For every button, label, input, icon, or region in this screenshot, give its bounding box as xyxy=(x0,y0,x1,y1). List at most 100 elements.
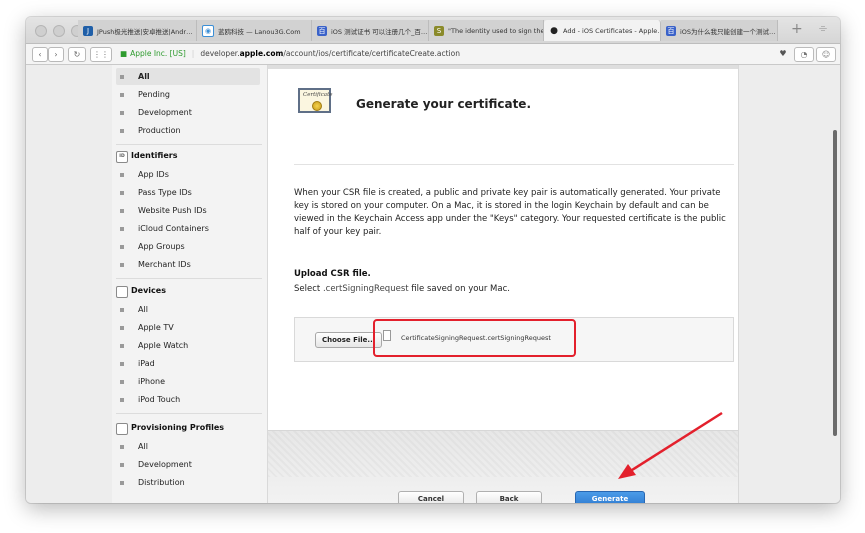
back-button[interactable]: Back xyxy=(476,491,542,503)
sidebar-item-label: iPhone xyxy=(138,377,166,386)
sidebar-item-label: Apple Watch xyxy=(138,341,189,350)
sidebar-item-merchant-ids[interactable]: Merchant IDs xyxy=(112,256,268,273)
sidebar-item-label: Apple TV xyxy=(138,323,174,332)
url-prefix: developer. xyxy=(200,49,240,58)
tab-label: Add - iOS Certificates - Apple… xyxy=(563,26,661,35)
sidebar-item-certificates-all[interactable]: All xyxy=(116,68,260,85)
lock-icon: ■ xyxy=(120,49,128,58)
stackoverflow-favicon-icon: S xyxy=(434,25,444,36)
close-window-button[interactable] xyxy=(35,25,47,37)
sidebar-item-label: Website Push IDs xyxy=(138,206,207,215)
bullet-icon xyxy=(120,308,124,312)
identifiers-icon: ID xyxy=(116,151,128,163)
sidebar-item-label: iCloud Containers xyxy=(138,224,209,233)
top-strip xyxy=(268,65,738,69)
apps-grid-icon[interactable]: ⋮⋮ xyxy=(90,47,112,62)
tab-lanou[interactable]: ◉ 蓝鸥科技 — Lanou3G.Com xyxy=(197,20,312,41)
sidebar-item-app-ids[interactable]: App IDs xyxy=(112,166,268,183)
tab-label: iOS 测试证书 可以注册几个_百… xyxy=(331,27,428,36)
upload-title: Upload CSR file. xyxy=(294,269,371,279)
upload-sub-pre: Select xyxy=(294,284,323,294)
url-field[interactable]: ■ Apple Inc. [US] | developer.apple.com/acc… xyxy=(120,47,770,61)
sidebar-heading-label: Provisioning Profiles xyxy=(131,423,225,432)
sidebar-divider xyxy=(116,278,262,279)
page-content: All Pending Development Production ID Id… xyxy=(26,65,840,503)
reload-icon[interactable]: ↻ xyxy=(68,47,86,62)
sidebar-item-profiles-development[interactable]: Development xyxy=(112,456,268,473)
bullet-icon xyxy=(120,111,124,115)
sidebar-item-apple-tv[interactable]: Apple TV xyxy=(112,319,268,336)
sidebar-item-profiles-all[interactable]: All xyxy=(112,438,268,455)
bullet-icon xyxy=(120,75,124,79)
sidebar-heading-label: Devices xyxy=(131,286,166,295)
sidebar-divider xyxy=(116,144,262,145)
devices-icon xyxy=(116,286,128,298)
bullet-icon xyxy=(120,445,124,449)
sidebar-item-label: Pending xyxy=(138,90,170,99)
sidebar-item-label: All xyxy=(138,305,148,314)
sidebar-item-profiles-distribution[interactable]: Distribution xyxy=(112,474,268,491)
tab-baidu-2[interactable]: 百 iOS为什么我只能创建一个测试… xyxy=(661,20,778,41)
new-tab-icon[interactable]: + xyxy=(791,21,803,37)
apple-favicon-icon: ● xyxy=(550,25,558,36)
user-account-icon[interactable]: ☺ xyxy=(816,47,836,62)
sidebar-item-ipod-touch[interactable]: iPod Touch xyxy=(112,391,268,408)
sidebar-item-label: Development xyxy=(138,108,192,117)
url-separator: | xyxy=(191,49,195,58)
baidu-favicon-icon: 百 xyxy=(317,25,327,36)
url-host: apple.com xyxy=(239,49,284,58)
minimize-window-button[interactable] xyxy=(53,25,65,37)
tab-apple-certificates[interactable]: ● Add - iOS Certificates - Apple… xyxy=(544,20,661,41)
sidebar: All Pending Development Production ID Id… xyxy=(112,65,268,503)
upload-sub-extension: .certSigningRequest xyxy=(322,284,409,294)
bullet-icon xyxy=(120,362,124,366)
sidebar-item-development[interactable]: Development xyxy=(112,104,268,121)
sidebar-item-label: Distribution xyxy=(138,478,185,487)
sidebar-item-devices-all[interactable]: All xyxy=(112,301,268,318)
sidebar-item-app-groups[interactable]: App Groups xyxy=(112,238,268,255)
bullet-icon xyxy=(120,263,124,267)
sidebar-item-label: All xyxy=(138,72,150,81)
sidebar-item-pass-type-ids[interactable]: Pass Type IDs xyxy=(112,184,268,201)
sidebar-item-apple-watch[interactable]: Apple Watch xyxy=(112,337,268,354)
csr-description: When your CSR file is created, a public … xyxy=(294,188,726,237)
cancel-button[interactable]: Cancel xyxy=(398,491,464,503)
tab-jpush[interactable]: J JPush极光推送|安卓推送|Andr… xyxy=(78,20,197,41)
bullet-icon xyxy=(120,191,124,195)
sidebar-item-pending[interactable]: Pending xyxy=(112,86,268,103)
provisioning-profile-icon xyxy=(116,423,128,435)
sidebar-item-label: Production xyxy=(138,126,181,135)
sidebar-heading-devices[interactable]: Devices xyxy=(116,283,266,299)
bullet-icon xyxy=(120,398,124,402)
tab-overview-icon[interactable]: ⌯ xyxy=(819,23,827,34)
bullet-icon xyxy=(120,129,124,133)
browser-window: J JPush极光推送|安卓推送|Andr… ◉ 蓝鸥科技 — Lanou3G.… xyxy=(26,17,840,503)
footer-pattern xyxy=(268,431,738,477)
sidebar-item-icloud-containers[interactable]: iCloud Containers xyxy=(112,220,268,237)
bullet-icon xyxy=(120,227,124,231)
tab-baidu-1[interactable]: 百 iOS 测试证书 可以注册几个_百… xyxy=(312,20,429,41)
url-path: /account/ios/certificate/certificateCrea… xyxy=(283,49,460,58)
lanou-favicon-icon: ◉ xyxy=(202,24,214,37)
tab-label: "The identity used to sign the… xyxy=(448,26,544,35)
tab-stackoverflow[interactable]: S "The identity used to sign the… xyxy=(429,20,544,41)
sidebar-item-website-push-ids[interactable]: Website Push IDs xyxy=(112,202,268,219)
address-bar: ‹ › ↻ ⋮⋮ ■ Apple Inc. [US] | developer.appl… xyxy=(26,44,840,65)
sidebar-item-label: iPod Touch xyxy=(138,395,181,404)
baidu-favicon-icon: 百 xyxy=(666,25,676,36)
bullet-icon xyxy=(120,481,124,485)
back-nav-icon[interactable]: ‹ xyxy=(32,47,48,62)
sidebar-item-ipad[interactable]: iPad xyxy=(112,355,268,372)
sidebar-heading-provisioning-profiles[interactable]: Provisioning Profiles xyxy=(116,420,266,436)
sidebar-item-label: App IDs xyxy=(138,170,169,179)
bullet-icon xyxy=(120,173,124,177)
sidebar-heading-identifiers[interactable]: ID Identifiers xyxy=(116,148,266,164)
extension-icon[interactable]: ◔ xyxy=(794,47,814,62)
forward-nav-icon[interactable]: › xyxy=(48,47,64,62)
sidebar-item-iphone[interactable]: iPhone xyxy=(112,373,268,390)
bullet-icon xyxy=(120,209,124,213)
favorites-heart-icon[interactable]: ♥ xyxy=(774,47,792,60)
sidebar-item-production[interactable]: Production xyxy=(112,122,268,139)
vertical-scrollbar[interactable] xyxy=(833,130,837,436)
generate-button[interactable]: Generate xyxy=(575,491,645,503)
